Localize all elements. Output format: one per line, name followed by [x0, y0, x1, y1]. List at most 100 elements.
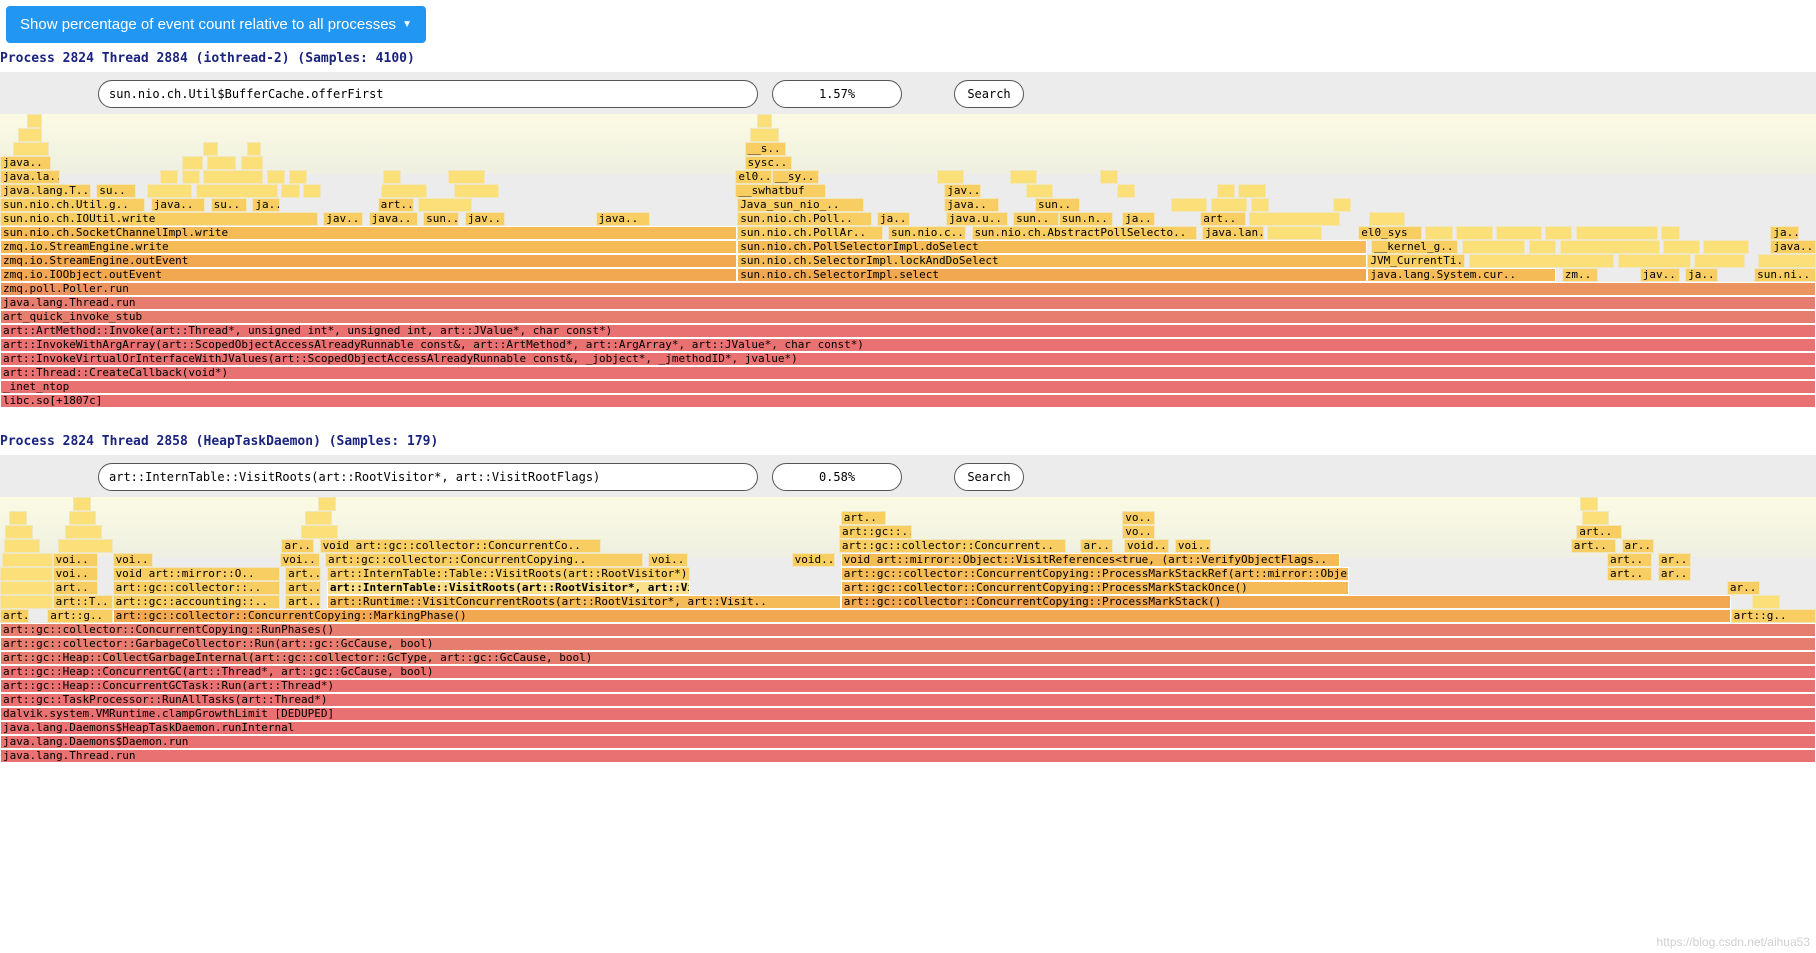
frame[interactable]: zmq.io.StreamEngine.outEvent [0, 254, 737, 268]
frame[interactable]: java.. [944, 198, 998, 212]
frame[interactable]: el0.. [735, 170, 771, 184]
frame[interactable]: art::gc::collector::GarbageCollector::Ru… [0, 637, 1816, 651]
frame[interactable]: art.. [0, 609, 29, 623]
frame[interactable]: art.. [285, 581, 321, 595]
frame[interactable]: ja.. [1685, 268, 1718, 282]
frame[interactable]: art.. [1571, 539, 1616, 553]
frame[interactable]: sysc.. [745, 156, 792, 170]
frame[interactable]: java.u.. [946, 212, 1008, 226]
frame[interactable]: __sy.. [772, 170, 819, 184]
frame[interactable]: sun.nio.ch.SelectorImpl.lockAndDoSelect [737, 254, 1367, 268]
frame[interactable]: art::g.. [1731, 609, 1816, 623]
thread-1-search-button[interactable]: Search [954, 80, 1024, 108]
frame[interactable]: art.. [1607, 553, 1652, 567]
frame[interactable]: art::ArtMethod::Invoke(art::Thread*, uns… [0, 324, 1816, 338]
frame[interactable]: ja.. [877, 212, 910, 226]
frame[interactable]: voi.. [280, 553, 320, 567]
frame[interactable]: ar.. [1658, 553, 1691, 567]
frame[interactable]: art.. [1607, 567, 1652, 581]
frame[interactable]: sun.nio.c.. [888, 226, 966, 240]
frame[interactable]: art.. [841, 511, 886, 525]
frame[interactable]: jav.. [1640, 268, 1680, 282]
frame[interactable]: art.. [53, 581, 98, 595]
frame[interactable]: art::Runtime::VisitConcurrentRoots(art::… [327, 595, 841, 609]
frame[interactable]: su.. [96, 184, 136, 198]
frame[interactable]: Java_sun_nio_.. [737, 198, 864, 212]
frame[interactable]: su.. [211, 198, 247, 212]
thread-2-search-button[interactable]: Search [954, 463, 1024, 491]
frame[interactable]: art::gc::collector::Concurrent.. [839, 539, 1066, 553]
frame[interactable]: el0_sys [1358, 226, 1422, 240]
frame[interactable]: sun.. [1035, 198, 1080, 212]
frame[interactable]: art::g.. [47, 609, 112, 623]
frame[interactable]: java.la.. [0, 170, 60, 184]
frame[interactable]: art::gc::accounting::.. [113, 595, 280, 609]
frame[interactable]: sun.n.. [1059, 212, 1113, 226]
frame[interactable]: art.. [1200, 212, 1245, 226]
frame[interactable]: sun.ni.. [1754, 268, 1816, 282]
frame[interactable]: jav.. [465, 212, 505, 226]
frame[interactable]: dalvik.system.VMRuntime.clampGrowthLimit… [0, 707, 1816, 721]
frame[interactable]: art_quick_invoke_stub [0, 310, 1816, 324]
frame[interactable]: java.. [369, 212, 418, 226]
frame[interactable]: java.. [1770, 240, 1815, 254]
frame[interactable]: sun.nio.ch.IOUtil.write [0, 212, 318, 226]
frame[interactable]: __swhatbuf [735, 184, 826, 198]
frame[interactable]: art::gc::collector::ConcurrentCopying::P… [841, 581, 1349, 595]
frame[interactable]: _inet_ntop [0, 380, 1816, 394]
frame[interactable]: art::gc::collector::ConcurrentCopying::R… [0, 623, 1816, 637]
thread-1-flamegraph[interactable]: __s.. java.. sysc.. java.la.. el0.. __sy… [0, 114, 1816, 408]
frame[interactable]: JVM_CurrentTi.. [1367, 254, 1465, 268]
frame[interactable]: art::Thread::CreateCallback(void*) [0, 366, 1816, 380]
thread-2-search-input[interactable] [98, 463, 758, 491]
frame[interactable]: art.. [378, 198, 414, 212]
frame[interactable]: jav.. [944, 184, 980, 198]
frame[interactable]: sun.nio.ch.SocketChannelImpl.write [0, 226, 737, 240]
frame[interactable]: jav.. [323, 212, 363, 226]
frame[interactable]: voi.. [113, 553, 153, 567]
frame[interactable]: sun.nio.ch.PollAr.. [737, 226, 882, 240]
frame[interactable]: java.. [596, 212, 650, 226]
frame[interactable]: art.. [285, 567, 321, 581]
frame[interactable]: voi.. [53, 567, 98, 581]
frame[interactable]: ar.. [281, 539, 314, 553]
frame[interactable]: zmq.io.StreamEngine.write [0, 240, 737, 254]
frame[interactable]: sun.nio.ch.SelectorImpl.select [737, 268, 1367, 282]
frame[interactable]: vo.. [1122, 525, 1155, 539]
frame[interactable]: ar.. [1727, 581, 1760, 595]
frame[interactable]: voi.. [53, 553, 98, 567]
frame[interactable]: libc.so[+1807c] [0, 394, 1816, 408]
frame[interactable]: ja.. [1770, 226, 1799, 240]
frame[interactable]: zmq.poll.Poller.run [0, 282, 1816, 296]
frame[interactable]: sun.nio.ch.AbstractPollSelecto.. [972, 226, 1197, 240]
frame[interactable]: art::gc::Heap::ConcurrentGCTask::Run(art… [0, 679, 1816, 693]
frame[interactable]: art::gc::collector::ConcurrentCopying::M… [113, 609, 1731, 623]
frame[interactable]: java.lang.System.cur.. [1367, 268, 1556, 282]
show-percentage-button[interactable]: Show percentage of event count relative … [6, 6, 426, 43]
frame[interactable]: java.. [0, 156, 51, 170]
thread-1-search-input[interactable] [98, 80, 758, 108]
frame[interactable]: art.. [1576, 525, 1621, 539]
frame[interactable]: art::gc::Heap::ConcurrentGC(art::Thread*… [0, 665, 1816, 679]
frame[interactable]: sun.. [423, 212, 459, 226]
frame[interactable]: sun.. [1013, 212, 1058, 226]
frame[interactable]: __s.. [745, 142, 787, 156]
frame[interactable]: void art::mirror::Object::VisitReference… [841, 553, 1340, 567]
frame[interactable]: art::InternTable::Table::VisitRoots(art:… [327, 567, 690, 581]
frame[interactable]: sun.nio.ch.Poll.. [737, 212, 871, 226]
frame[interactable]: voi.. [648, 553, 688, 567]
frame[interactable]: art.. [285, 595, 321, 609]
frame[interactable]: art::InvokeWithArgArray(art::ScopedObjec… [0, 338, 1816, 352]
frame[interactable]: ja.. [1122, 212, 1155, 226]
frame[interactable]: zm.. [1562, 268, 1598, 282]
thread-2-flamegraph[interactable]: art.. vo.. art::gc::.. vo.. art.. ar.. v… [0, 497, 1816, 763]
frame[interactable]: void.. [1124, 539, 1169, 553]
thread-1-pct-input[interactable] [772, 80, 902, 108]
frame[interactable]: java.. [151, 198, 205, 212]
frame[interactable]: ar.. [1658, 567, 1691, 581]
frame[interactable]: zmq.io.IOObject.outEvent [0, 268, 737, 282]
frame[interactable]: void art::mirror::O.. [113, 567, 280, 581]
frame[interactable]: java.lang.Daemons$HeapTaskDaemon.runInte… [0, 721, 1816, 735]
frame[interactable]: __kernel_g.. [1371, 240, 1458, 254]
frame[interactable]: ja.. [252, 198, 279, 212]
